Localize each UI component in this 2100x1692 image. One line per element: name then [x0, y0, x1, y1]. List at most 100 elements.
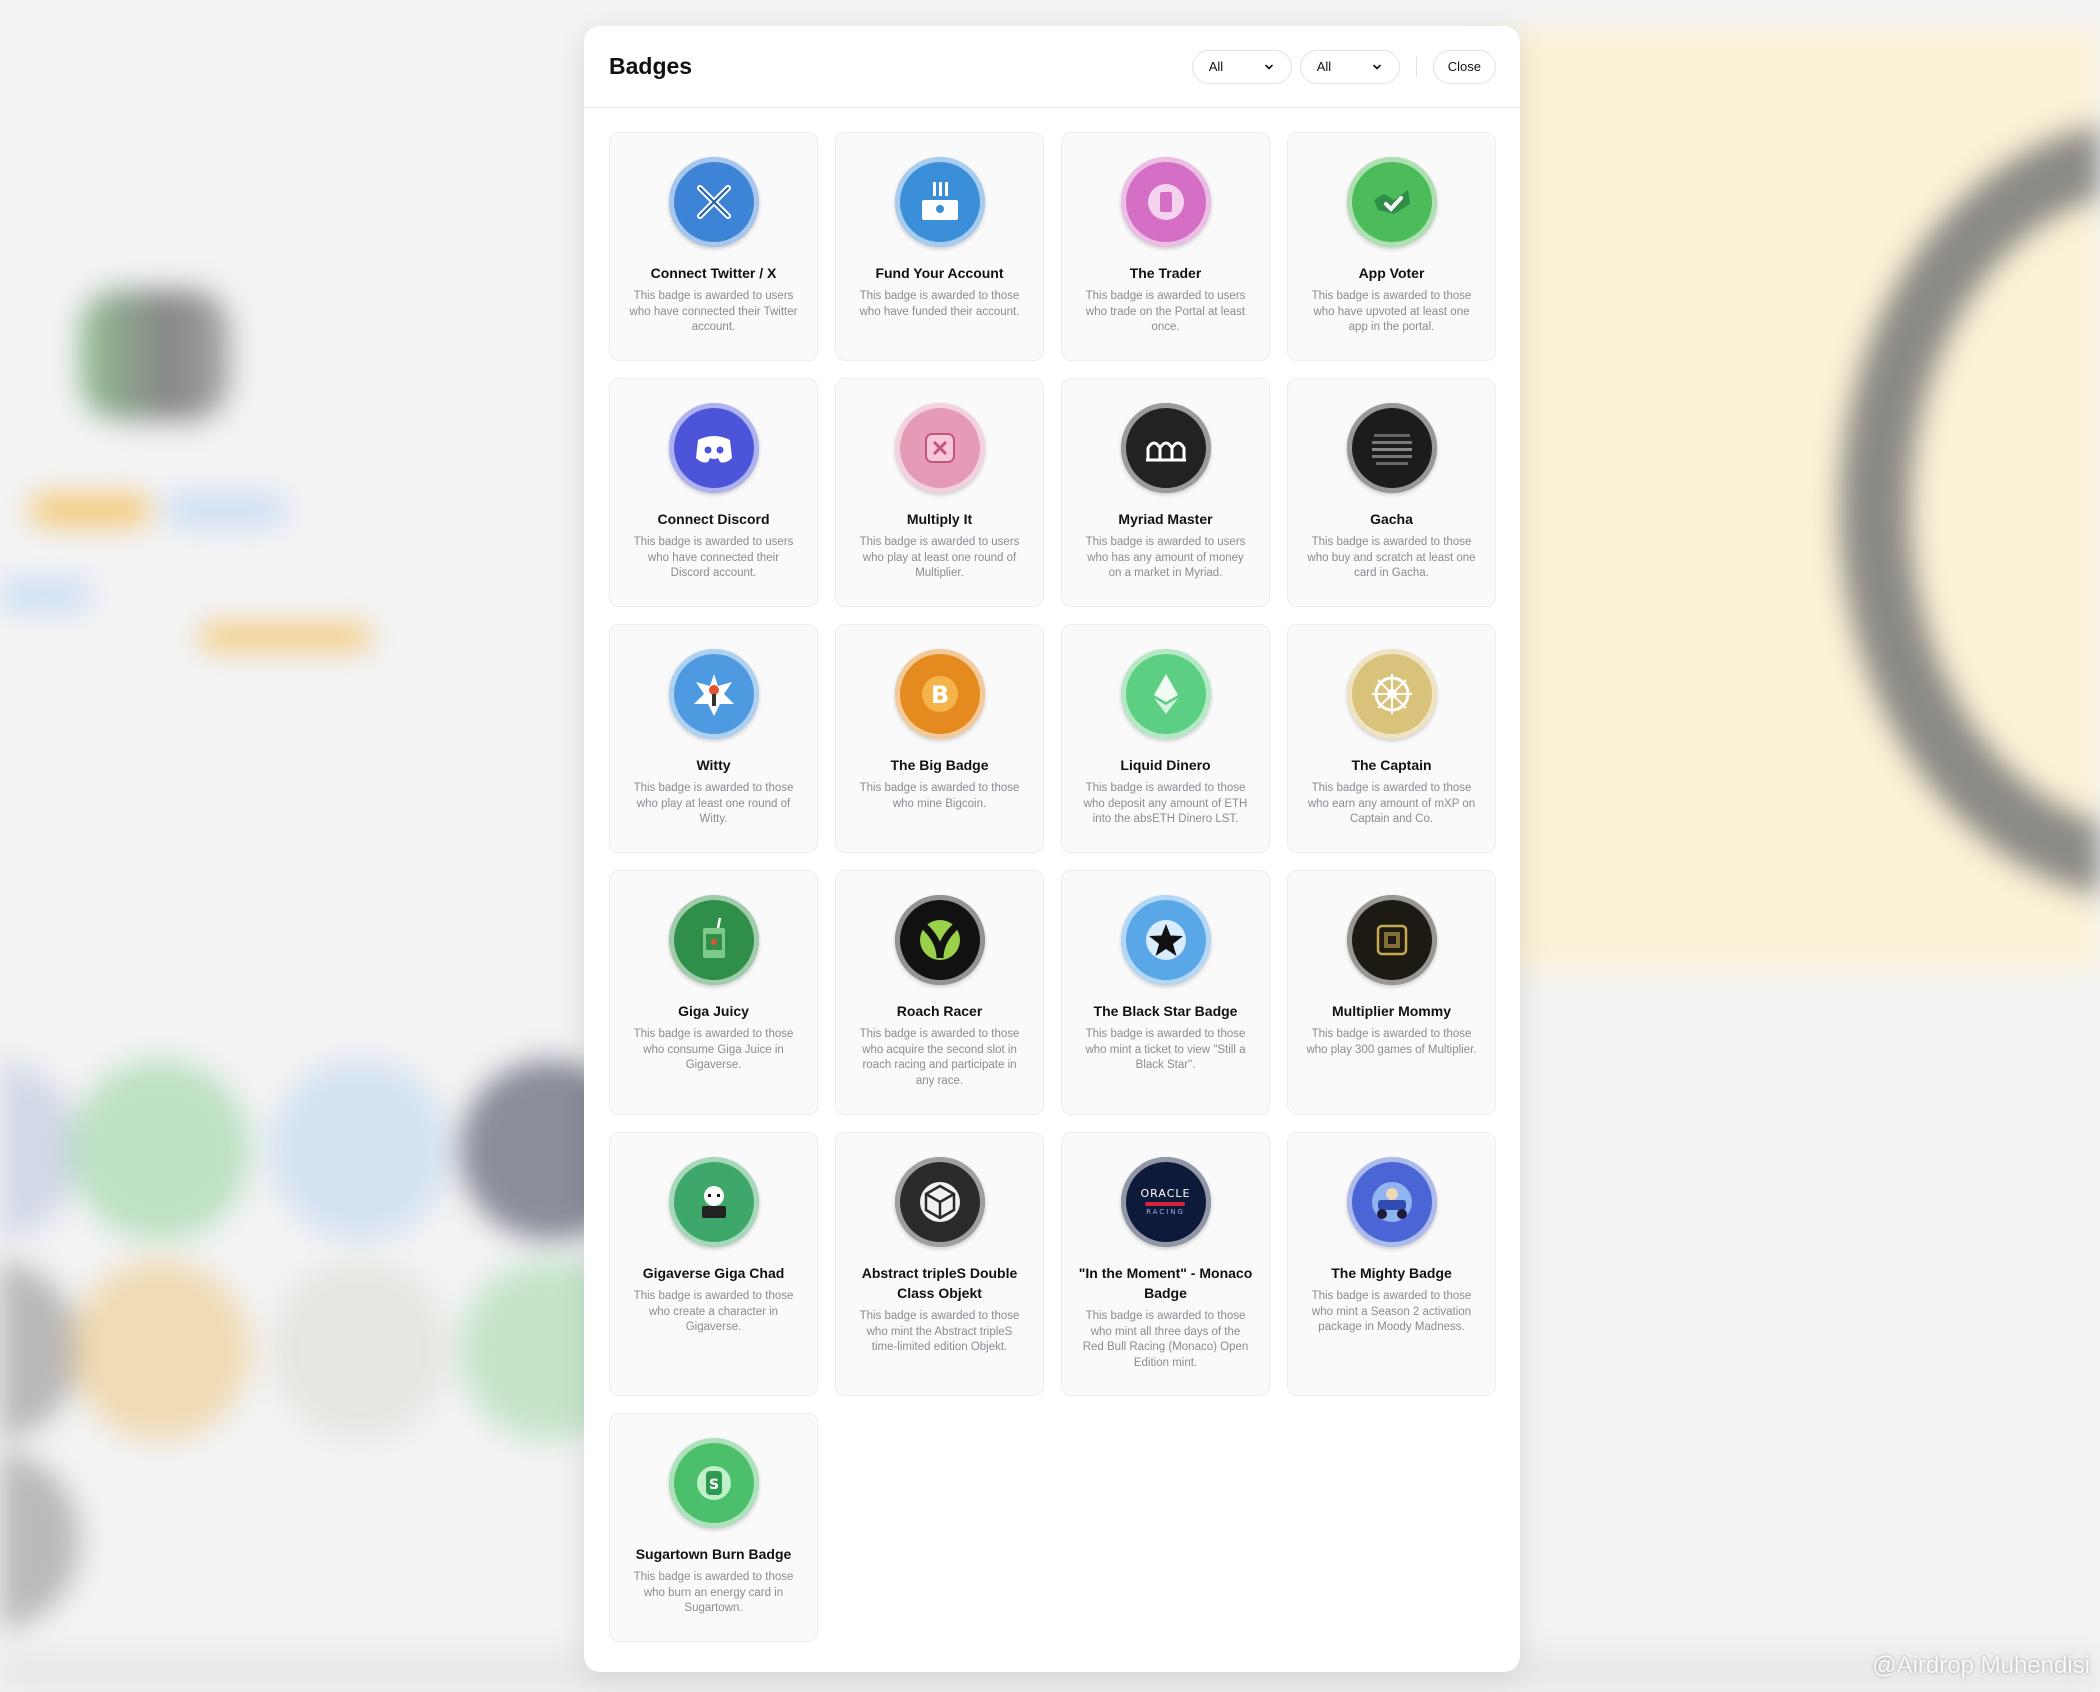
background-badge: [0, 1260, 80, 1440]
badge-card[interactable]: B The Big Badge This badge is awarded to t…: [835, 624, 1044, 853]
kart-icon: [1346, 1157, 1437, 1247]
chevron-down-icon: [1372, 64, 1381, 69]
badge-name: Gigaverse Giga Chad: [642, 1265, 785, 1281]
badge-name: Sugartown Burn Badge: [635, 1546, 792, 1562]
badge-card[interactable]: The Black Star Badge This badge is awarde…: [1061, 870, 1270, 1115]
badge-description: This badge is awarded to those who burn …: [633, 1571, 794, 1614]
badge-name: Multiply It: [906, 511, 973, 527]
modal-header: Badges All All Close: [584, 26, 1520, 108]
wheel-icon: [1346, 649, 1437, 739]
badge-description: This badge is awarded to those who play …: [633, 782, 794, 825]
filter-select-one-value: All: [1208, 59, 1224, 74]
background-badge: [0, 1060, 80, 1240]
badge-name: Connect Discord: [657, 511, 770, 527]
badge-name: The Big Badge: [890, 757, 989, 773]
chevron-down-icon: [1264, 64, 1273, 69]
filter-select-two[interactable]: All: [1299, 49, 1400, 84]
badge-card[interactable]: The Trader This badge is awarded to users…: [1061, 132, 1270, 361]
badge-description: This badge is awarded to users who trade…: [1085, 290, 1246, 333]
chad-icon: [668, 1157, 759, 1247]
badge-name: "In the Moment" - Monaco Badge: [1078, 1265, 1253, 1301]
background-tag: [0, 580, 90, 610]
badge-card[interactable]: Connect Discord This badge is awarded to …: [609, 378, 818, 607]
badge-card[interactable]: Abstract tripleS Double Class Objekt This…: [835, 1132, 1044, 1396]
badge-card[interactable]: Liquid Dinero This badge is awarded to th…: [1061, 624, 1270, 853]
badge-description: This badge is awarded to those who earn …: [1307, 782, 1476, 825]
badge-description: This badge is awarded to those who consu…: [633, 1028, 794, 1071]
badge-card[interactable]: Gigaverse Giga Chad This badge is awarded…: [609, 1132, 818, 1396]
badge-description: This badge is awarded to those who buy a…: [1307, 536, 1476, 579]
close-button[interactable]: Close: [1432, 49, 1496, 84]
badge-description: This badge is awarded to those who mint …: [1085, 1028, 1246, 1071]
badge-name: The Captain: [1351, 757, 1432, 773]
badge-card[interactable]: The Captain This badge is awarded to thos…: [1287, 624, 1496, 853]
badge-description: This badge is awarded to users who has a…: [1085, 536, 1246, 579]
badge-name: Liquid Dinero: [1120, 757, 1211, 773]
cube-icon: [894, 1157, 985, 1247]
filter-select-one[interactable]: All: [1191, 49, 1292, 84]
badge-card[interactable]: Witty This badge is awarded to those who …: [609, 624, 818, 853]
juice-box-icon: [668, 895, 759, 985]
badge-description: This badge is awarded to those who creat…: [633, 1290, 794, 1333]
badge-name: Giga Juicy: [678, 1003, 749, 1019]
badge-card[interactable]: App Voter This badge is awarded to those …: [1287, 132, 1496, 361]
badge-description: This badge is awarded to those who have …: [859, 290, 1020, 318]
multiplier-icon: [894, 403, 985, 493]
badge-name: Witty: [696, 757, 731, 773]
background-tag: [200, 625, 370, 649]
mommy-icon: [1346, 895, 1437, 985]
badge-name: The Black Star Badge: [1093, 1003, 1238, 1019]
badge-description: This badge is awarded to users who have …: [629, 290, 798, 333]
badge-grid: Connect Twitter / X This badge is awarded…: [584, 108, 1520, 1659]
badge-name: Abstract tripleS Double Class Objekt: [861, 1265, 1018, 1301]
badge-name: The Trader: [1129, 265, 1202, 281]
badge-card[interactable]: Connect Twitter / X This badge is awarded…: [609, 132, 818, 361]
badge-card[interactable]: Gacha This badge is awarded to those who …: [1287, 378, 1496, 607]
badge-description: This badge is awarded to users who play …: [859, 536, 1020, 579]
gacha-icon: [1346, 403, 1437, 493]
svg-text:S: S: [708, 1477, 718, 1493]
badge-logo-text: ORACLE: [1140, 1187, 1191, 1200]
badge-name: The Mighty Badge: [1331, 1265, 1452, 1281]
svg-text:B: B: [930, 681, 948, 709]
modal-controls: All All Close: [1191, 49, 1496, 84]
controls-divider: [1415, 56, 1417, 77]
badge-card[interactable]: Myriad Master This badge is awarded to us…: [1061, 378, 1270, 607]
badge-card[interactable]: S Sugartown Burn Badge This badge is award…: [609, 1413, 818, 1642]
background-badge: [70, 1260, 250, 1440]
watermark-text: @Airdrop Muhendisi: [1872, 1652, 2090, 1679]
background-avatar: [80, 290, 230, 420]
badge-card[interactable]: ORACLE RACING "In the Moment" - Monaco Bad…: [1061, 1132, 1270, 1396]
badge-description: This badge is awarded to those who acqui…: [859, 1028, 1020, 1087]
vote-icon: [1346, 157, 1437, 247]
roach-icon: [894, 895, 985, 985]
deposit-icon: [894, 157, 985, 247]
background-tag: [30, 495, 150, 525]
badge-description: This badge is awarded to those who mint …: [1082, 1310, 1249, 1369]
badge-description: This badge is awarded to those who mint …: [859, 1310, 1020, 1353]
filter-select-two-value: All: [1316, 59, 1332, 74]
background-badge: [0, 1450, 80, 1630]
badge-description: This badge is awarded to those who mint …: [1311, 1290, 1472, 1333]
badge-name: Multiplier Mommy: [1331, 1003, 1451, 1019]
background-badge: [270, 1260, 450, 1440]
witty-icon: [668, 649, 759, 739]
badge-name: App Voter: [1358, 265, 1425, 281]
badge-card[interactable]: Multiplier Mommy This badge is awarded to…: [1287, 870, 1496, 1115]
bitcoin-icon: B: [894, 649, 985, 739]
badge-card[interactable]: Roach Racer This badge is awarded to thos…: [835, 870, 1044, 1115]
badge-name: Fund Your Account: [875, 265, 1004, 281]
badge-description: This badge is awarded to those who mine …: [859, 782, 1020, 810]
badge-card[interactable]: Multiply It This badge is awarded to user…: [835, 378, 1044, 607]
badge-card[interactable]: Fund Your Account This badge is awarded t…: [835, 132, 1044, 361]
background-tag: [165, 495, 285, 525]
badge-description: This badge is awarded to users who have …: [633, 536, 794, 579]
badge-name: Connect Twitter / X: [650, 265, 777, 281]
badge-card[interactable]: Giga Juicy This badge is awarded to those…: [609, 870, 818, 1115]
badge-card[interactable]: The Mighty Badge This badge is awarded to…: [1287, 1132, 1496, 1396]
badge-name: Roach Racer: [896, 1003, 983, 1019]
discord-icon: [668, 403, 759, 493]
trader-icon: [1120, 157, 1211, 247]
badge-description: This badge is awarded to those who play …: [1306, 1028, 1477, 1056]
badge-description: This badge is awarded to those who depos…: [1083, 782, 1248, 825]
